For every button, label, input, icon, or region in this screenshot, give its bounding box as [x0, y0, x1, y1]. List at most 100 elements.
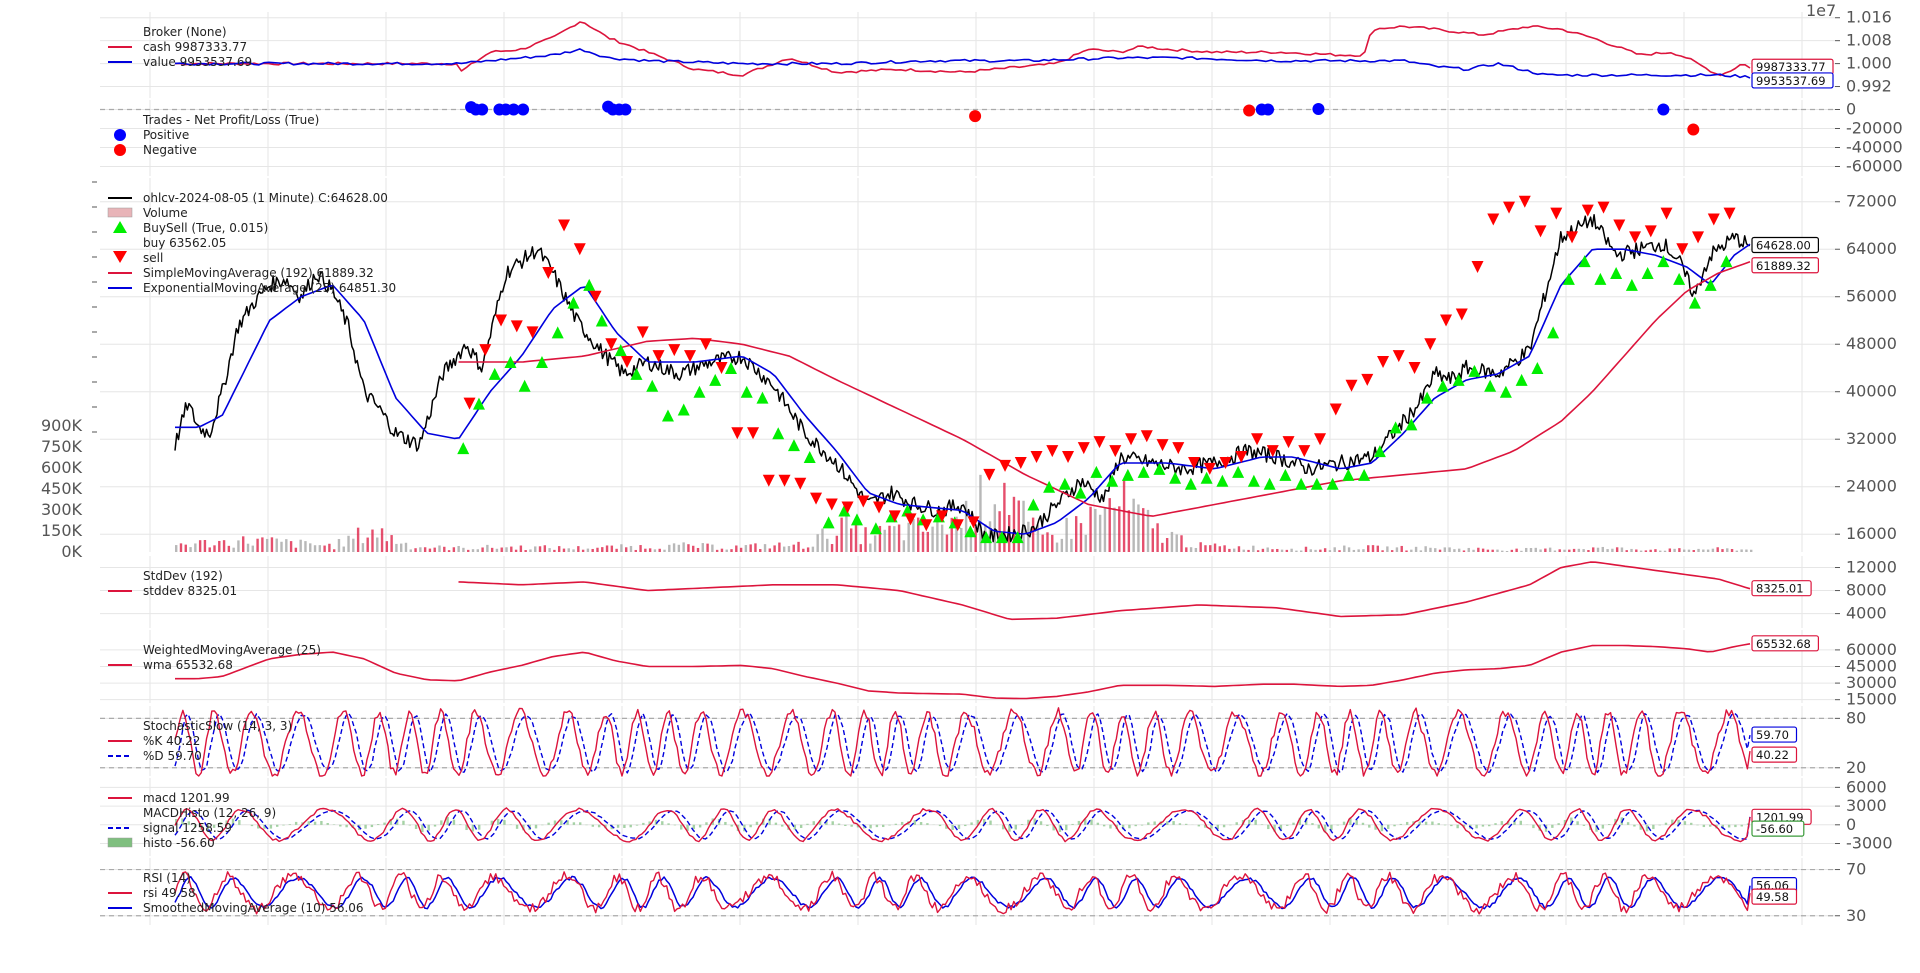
histo-bar — [692, 824, 696, 830]
histo-bar — [288, 824, 292, 825]
volume-bar — [826, 538, 829, 552]
sell-marker — [1062, 451, 1075, 464]
histo-bar — [591, 824, 595, 827]
volume-bar — [739, 547, 743, 552]
sell-marker — [1692, 231, 1705, 244]
buy-marker — [1090, 465, 1103, 478]
histo-bar — [339, 824, 342, 827]
histo-bar — [1393, 824, 1396, 827]
buy-marker — [1484, 379, 1497, 392]
volume-bar — [1615, 547, 1619, 552]
volume-bar — [179, 543, 183, 552]
volume-bar — [840, 517, 843, 552]
volume-bar — [945, 534, 949, 552]
volume-bar — [1462, 550, 1466, 552]
histo-bar — [534, 824, 538, 829]
histo-bar — [1601, 824, 1605, 829]
legend-entry: StdDev (192) — [143, 569, 223, 583]
volume-bar — [859, 544, 862, 552]
volume-bar — [1089, 506, 1092, 552]
volume-bar — [1711, 548, 1715, 552]
buy-marker — [1232, 465, 1245, 478]
legend-box-swatch — [107, 207, 133, 218]
volume-bar — [495, 548, 499, 552]
buy-marker — [1184, 477, 1197, 490]
volume-bar — [251, 545, 254, 552]
volume-bar — [1505, 551, 1509, 552]
histo-bar — [661, 821, 664, 825]
volume-bar — [505, 547, 508, 552]
histo-bar — [496, 818, 500, 825]
volume-bar — [1319, 549, 1322, 552]
y-tick-label: 1.016 — [1846, 8, 1892, 27]
positive-trade-dot — [619, 103, 632, 116]
sell-marker — [1109, 445, 1122, 458]
volume-bar — [1520, 550, 1523, 552]
volume-bar — [1501, 550, 1504, 552]
histo-bar — [913, 820, 916, 825]
volume-bar — [1486, 549, 1490, 552]
buy-marker — [1688, 296, 1701, 309]
histo-bar — [1481, 824, 1485, 827]
buy-marker — [1436, 379, 1449, 392]
volume-bar — [289, 541, 293, 552]
volume-bar — [510, 546, 513, 552]
volume-bar — [553, 549, 556, 552]
legend-entry: value 9953537.69 — [143, 55, 252, 69]
volume-bar — [1252, 545, 1255, 552]
volume-bar — [1477, 547, 1480, 552]
buy-marker — [1610, 266, 1623, 279]
volume-bar — [1295, 550, 1298, 552]
volume-bar — [835, 535, 839, 552]
volume-bar — [237, 540, 240, 552]
last-value-label: 61889.32 — [1756, 259, 1811, 273]
histo-bar — [1071, 823, 1074, 825]
volume-bar — [897, 524, 901, 552]
sell-marker — [1660, 207, 1673, 220]
buy-marker — [518, 379, 531, 392]
volume-bar — [601, 547, 604, 552]
volume-bar — [1563, 549, 1566, 552]
volume-bar — [529, 549, 532, 552]
volume-bar — [1577, 548, 1581, 552]
volume-bar — [1170, 531, 1174, 552]
sell-marker — [1345, 379, 1358, 392]
volume-bar — [1438, 549, 1442, 552]
legend-entry: histo -56.60 — [143, 836, 215, 850]
histo-bar — [1039, 821, 1043, 825]
volume-bar — [232, 547, 235, 552]
sell-marker — [1644, 225, 1657, 238]
buy-marker — [1578, 255, 1591, 268]
histo-bar — [938, 824, 942, 827]
histo-bar — [812, 821, 815, 825]
volume-bar — [1103, 507, 1107, 552]
positive-trade-dot — [1262, 103, 1275, 116]
volume-bar — [692, 545, 695, 552]
volume-bar — [471, 549, 475, 552]
y-tick-label: 0 — [1846, 815, 1856, 834]
sell-marker — [1377, 356, 1390, 369]
volume-bar — [299, 539, 302, 552]
last-value-label: 8325.01 — [1756, 582, 1804, 596]
volume-bar — [1558, 549, 1561, 552]
volume-bar — [1242, 549, 1245, 552]
histo-bar — [900, 821, 904, 825]
volume-bar — [1606, 549, 1609, 552]
volume-bar — [1051, 534, 1054, 552]
volume-bar — [194, 543, 197, 552]
stddev-legend: StdDev (192)stddev 8325.01 — [108, 569, 237, 598]
volume-bar — [1223, 545, 1226, 552]
volume-bar — [931, 526, 934, 552]
sell-marker — [1408, 361, 1421, 374]
legend-entry: StochasticSlow (14, 3, 3) — [143, 719, 292, 733]
histo-bar — [1645, 824, 1649, 832]
volume-bar — [1481, 548, 1485, 552]
volume-bar — [1376, 545, 1379, 552]
histo-bar — [1166, 821, 1169, 825]
volume-bar — [677, 544, 681, 552]
sell-marker — [762, 474, 775, 487]
volume-tick-label: 900K — [41, 416, 83, 435]
volume-bar — [1419, 550, 1423, 552]
sell-marker — [1392, 350, 1405, 363]
volume-bar — [1070, 538, 1073, 552]
